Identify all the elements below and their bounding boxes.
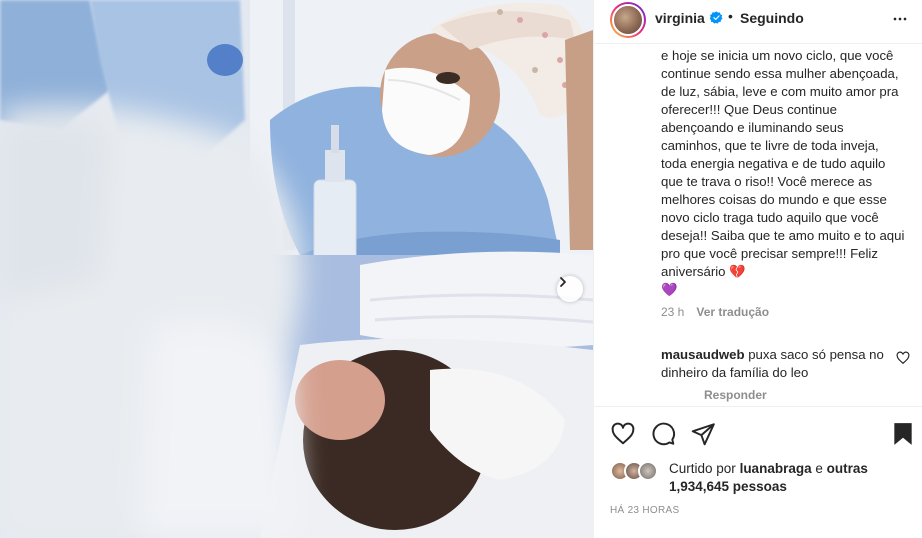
post-details-panel: virginia • Seguindo e hoje se inicia um … (593, 0, 922, 538)
header-separator: • (728, 8, 733, 24)
paper-plane-icon[interactable] (690, 421, 716, 447)
broken-heart-emoji: 💔 (729, 264, 746, 279)
author-avatar[interactable] (610, 2, 646, 38)
liked-by-username[interactable]: luanabraga (740, 461, 812, 476)
chevron-right-icon (560, 277, 566, 287)
caption-text: e hoje se inicia um novo ciclo, que você… (661, 48, 909, 279)
more-options-icon[interactable] (890, 9, 910, 29)
post-header: virginia • Seguindo (594, 0, 922, 44)
comment-username[interactable]: mausaudweb (661, 347, 745, 362)
next-photo-button[interactable] (557, 276, 583, 302)
comment-icon[interactable] (650, 421, 676, 447)
caption-meta: 23 h Ver tradução (661, 305, 769, 319)
photo-illustration (0, 0, 593, 538)
liker-avatar (638, 461, 658, 481)
comments-section[interactable]: e hoje se inicia um novo ciclo, que você… (594, 44, 922, 406)
post-caption: e hoje se inicia um novo ciclo, que você… (661, 47, 906, 299)
liker-avatars (610, 461, 664, 483)
bookmark-icon[interactable] (890, 421, 916, 447)
reply-button[interactable]: Responder (704, 388, 767, 402)
likes-conjunction: e (815, 461, 823, 476)
caption-age: 23 h (661, 305, 685, 319)
likes-text: Curtido por luanabraga e outras 1,934,64… (669, 460, 909, 496)
heart-icon[interactable] (896, 351, 910, 365)
purple-heart-emoji: 💜 (661, 282, 678, 297)
avatar-image (612, 4, 644, 36)
following-button[interactable]: Seguindo (740, 10, 804, 26)
author-username[interactable]: virginia (655, 10, 705, 26)
likes-prefix: Curtido por (669, 461, 736, 476)
heart-icon[interactable] (610, 421, 636, 447)
verified-badge-icon (710, 11, 723, 24)
action-bar (594, 406, 922, 458)
see-translation-link[interactable]: Ver tradução (696, 305, 769, 319)
likes-summary: Curtido por luanabraga e outras 1,934,64… (610, 458, 910, 498)
post-timestamp[interactable]: HÁ 23 HORAS (610, 505, 679, 516)
comment-item: mausaudweb puxa saco só pensa no dinheir… (661, 346, 891, 382)
post-photo[interactable] (0, 0, 593, 538)
